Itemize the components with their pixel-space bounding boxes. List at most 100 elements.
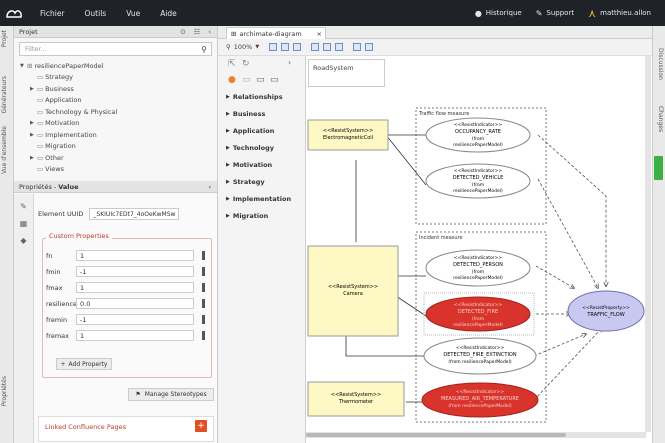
indicator-detected-person[interactable]: <<ResistIndicator>> DETECTED_PERSON (fro… xyxy=(425,249,531,287)
tab-project[interactable]: Projet xyxy=(1,30,8,47)
note-icon[interactable]: ▭ xyxy=(242,75,251,85)
property-handle-icon[interactable] xyxy=(202,331,205,340)
svg-text:ElectromagneticCoil: ElectromagneticCoil xyxy=(323,135,373,141)
system-camera[interactable]: <<ResistSystem>> Camera xyxy=(307,245,399,337)
property-value-field[interactable]: -1 xyxy=(76,314,194,325)
user-menu[interactable]: ⋏ matthieu.allon xyxy=(588,7,651,20)
property-handle-icon[interactable] xyxy=(202,267,205,276)
align-right-icon[interactable] xyxy=(293,43,302,51)
align-left-icon[interactable] xyxy=(269,43,278,51)
diagram-canvas[interactable]: RoadSystem Traffic flow measure Incident… xyxy=(306,56,652,443)
tree-item[interactable]: ▭ Application xyxy=(20,95,217,107)
collapse-panel-icon[interactable]: ‹ xyxy=(208,28,211,36)
tree-item[interactable]: ▶ ▭ Other xyxy=(20,152,217,164)
tree-item[interactable]: ▭ Migration xyxy=(20,141,217,153)
menu-file[interactable]: Fichier xyxy=(40,9,65,18)
menu-view[interactable]: Vue xyxy=(126,9,140,18)
chevron-right-icon[interactable]: ▶ xyxy=(30,120,37,126)
svg-text:<<ResistProperty>>: <<ResistProperty>> xyxy=(582,305,630,311)
tree-item[interactable]: ▭ Technology & Physical xyxy=(20,106,217,118)
history-button[interactable]: ● Historique xyxy=(475,9,522,18)
marker-icon[interactable]: ● xyxy=(228,75,236,85)
canvas-v-scrollbar[interactable] xyxy=(645,56,651,432)
property-handle-icon[interactable] xyxy=(202,299,205,308)
tab-properties[interactable]: Propriétés xyxy=(1,376,8,406)
indicator-measured-air-temperature[interactable]: <<ResistIndicator>> MEASURED_AIR_TEMPERA… xyxy=(421,382,539,418)
palette-category[interactable]: ▶ Motivation xyxy=(218,156,305,173)
target-icon[interactable]: ⊙ xyxy=(180,28,186,36)
system-thermometer[interactable]: <<ResistSystem>> Thermometer xyxy=(307,381,405,417)
grid-icon[interactable]: ▦ xyxy=(14,219,33,228)
add-property-button[interactable]: + Add Property xyxy=(56,358,112,370)
align-center-icon[interactable] xyxy=(281,43,290,51)
svg-text:<<ResistIndicator>>: <<ResistIndicator>> xyxy=(456,345,505,351)
collapse-properties-icon[interactable]: ‹ xyxy=(208,183,211,191)
app-logo-icon[interactable] xyxy=(0,0,28,26)
edit-icon[interactable]: ✎ xyxy=(14,202,33,211)
property-value-field[interactable]: 0.0 xyxy=(76,298,194,309)
tree-item[interactable]: ▭ Views xyxy=(20,164,217,176)
property-value-field[interactable]: 1 xyxy=(76,250,194,261)
system-electromagnetic-coil[interactable]: <<ResistSystem>> ElectromagneticCoil xyxy=(307,119,389,151)
green-status-tab[interactable] xyxy=(654,156,663,180)
align-bottom-icon[interactable] xyxy=(335,43,344,51)
align-top-icon[interactable] xyxy=(311,43,320,51)
tree-item[interactable]: ▶ ▭ Motivation xyxy=(20,118,217,130)
pointer-icon[interactable]: ⇱ xyxy=(228,59,236,69)
align-middle-icon[interactable] xyxy=(323,43,332,51)
tab-changes[interactable]: Changes xyxy=(657,106,664,132)
distribute-v-icon[interactable] xyxy=(365,43,374,51)
search-icon[interactable]: ⚲ xyxy=(201,45,207,54)
chevron-right-icon[interactable]: ▶ xyxy=(30,86,37,92)
refresh-icon[interactable]: ↻ xyxy=(242,59,250,69)
tab-generators[interactable]: Générateurs xyxy=(1,76,8,113)
tree-item[interactable]: ▭ Strategy xyxy=(20,72,217,84)
palette-category[interactable]: ▶ Implementation xyxy=(218,190,305,207)
tree-item[interactable]: ▶ ▭ Implementation xyxy=(20,129,217,141)
property-handle-icon[interactable] xyxy=(202,251,205,260)
support-button[interactable]: ✎ Support xyxy=(536,9,574,18)
add-confluence-button[interactable]: + xyxy=(195,420,207,432)
property-traffic-flow[interactable]: <<ResistProperty>> TRAFFIC_FLOW xyxy=(567,290,645,332)
manage-stereotypes-button[interactable]: ⚑ Manage Stereotypes xyxy=(128,388,214,401)
tab-overview[interactable]: Vue d'ensemble xyxy=(1,126,8,174)
chevron-down-icon[interactable]: ▼ xyxy=(20,63,27,69)
zoom-control[interactable]: ⚲ 100% ▼ xyxy=(226,43,259,51)
distribute-h-icon[interactable] xyxy=(353,43,362,51)
property-value-field[interactable]: -1 xyxy=(76,266,194,277)
tag-icon[interactable]: ◆ xyxy=(14,236,33,245)
tab-archimate-diagram[interactable]: ⊞ archimate-diagram × xyxy=(226,27,326,39)
palette-category[interactable]: ▶ Technology xyxy=(218,139,305,156)
property-value-field[interactable]: 1 xyxy=(76,282,194,293)
diagram-icon: ⊞ xyxy=(231,29,237,38)
menu-tools[interactable]: Outils xyxy=(85,9,107,18)
properties-subtitle: Value xyxy=(58,182,79,191)
canvas-h-scrollbar[interactable] xyxy=(306,432,646,438)
chevron-right-icon[interactable]: ▶ xyxy=(30,132,37,138)
indicator-detected-fire-extinction[interactable]: <<ResistIndicator>> DETECTED_FIRE_EXTINC… xyxy=(423,337,537,375)
connection-icon[interactable]: ▭ xyxy=(270,75,279,85)
indicator-detected-vehicle[interactable]: <<ResistIndicator>> DETECTED_VEHICLE (fr… xyxy=(425,163,531,199)
property-handle-icon[interactable] xyxy=(202,283,205,292)
palette-category[interactable]: ▶ Strategy xyxy=(218,173,305,190)
menu-help[interactable]: Aide xyxy=(160,9,177,18)
tree-item[interactable]: ▶ ▭ Business xyxy=(20,83,217,95)
chevron-right-icon[interactable]: ▶ xyxy=(30,155,37,161)
property-handle-icon[interactable] xyxy=(202,315,205,324)
indicator-occupancy-rate[interactable]: <<ResistIndicator>> OCCUPANCY_RATE (from… xyxy=(425,117,531,153)
close-tab-icon[interactable]: × xyxy=(317,30,322,38)
property-value-field[interactable]: 1 xyxy=(76,330,194,341)
tree-options-icon[interactable]: ☷ xyxy=(194,28,200,36)
palette-category[interactable]: ▶ Relationships xyxy=(218,88,305,105)
indicator-detected-fire[interactable]: <<ResistIndicator>> DETECTED_FIRE (from … xyxy=(423,292,535,336)
group-icon[interactable]: ▭ xyxy=(256,75,265,85)
palette-category[interactable]: ▶ Migration xyxy=(218,207,305,224)
palette-collapse-icon[interactable]: › xyxy=(288,58,291,67)
diagram-svg[interactable]: Traffic flow measure Incident measure <<… xyxy=(306,56,652,443)
tree-item[interactable]: ▼ ⊞ resiliencePaperModel xyxy=(20,60,217,72)
palette-category[interactable]: ▶ Business xyxy=(218,105,305,122)
filter-input[interactable]: Filter... ⚲ xyxy=(19,42,212,56)
tab-discussion[interactable]: Discussion xyxy=(657,48,664,80)
palette-category[interactable]: ▶ Application xyxy=(218,122,305,139)
uuid-field[interactable]: _SKIUIc7EDt7_4oOeKwMSw xyxy=(89,208,180,220)
